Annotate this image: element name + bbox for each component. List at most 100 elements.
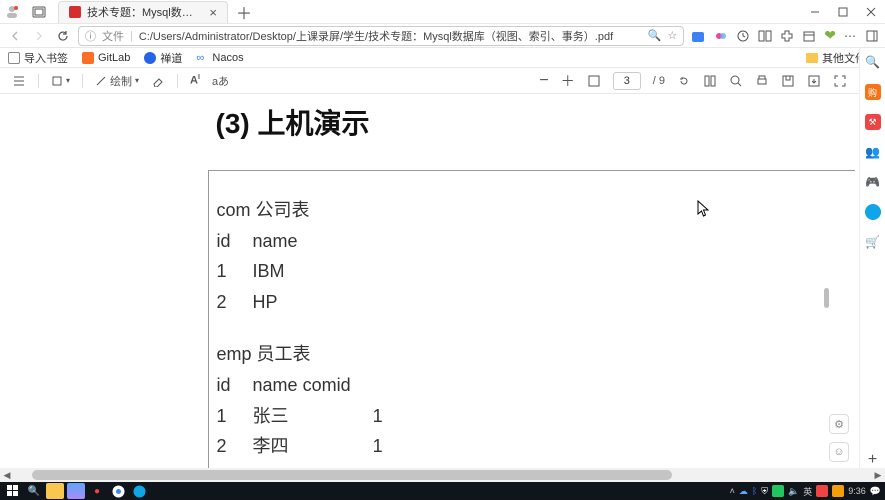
horizontal-scrollbar[interactable]: ◀ ▶	[0, 468, 885, 482]
task-view-icon[interactable]	[32, 5, 46, 19]
edge-taskbar-icon[interactable]	[130, 483, 148, 499]
performance-icon[interactable]: ❤	[824, 27, 836, 44]
text-tool-icon[interactable]: AI	[190, 74, 200, 87]
more-menu-icon[interactable]: ⋯	[844, 29, 857, 43]
file-info-icon: ⓘ	[85, 28, 96, 44]
rail-outlook-icon[interactable]	[865, 204, 881, 220]
bookmark-zendao[interactable]: 禅道	[144, 50, 182, 66]
rail-add-icon[interactable]: +	[865, 452, 881, 468]
tray-volume-icon[interactable]: 🔈	[788, 486, 799, 497]
maximize-button[interactable]	[829, 0, 857, 24]
save-icon[interactable]	[781, 74, 795, 88]
url-field[interactable]: ⓘ 文件 | C:/Users/Administrator/Desktop/上课…	[78, 26, 684, 46]
bookmarks-bar: 导入书签 GitLab 禅道 ∞Nacos 其他文件夹	[0, 48, 885, 68]
minimize-button[interactable]	[801, 0, 829, 24]
pdf-page: (3) 上机演示 com 公司表 idname 1IBM 2HP emp 员工表…	[88, 94, 768, 468]
tray-onedrive-icon[interactable]: ☁	[739, 486, 748, 497]
rail-game-icon[interactable]: 🎮	[865, 174, 881, 190]
zoom-indicator-icon[interactable]: 🔍	[648, 29, 662, 42]
explorer-taskbar-icon[interactable]	[46, 483, 64, 499]
demo-code-box: com 公司表 idname 1IBM 2HP emp 员工表 idname c…	[208, 170, 856, 468]
float-feedback-icon[interactable]: ☺	[829, 442, 849, 462]
erase-icon[interactable]	[151, 75, 165, 87]
fullscreen-icon[interactable]	[833, 74, 847, 88]
gitlab-icon	[82, 52, 94, 64]
find-icon[interactable]	[729, 74, 743, 88]
import-bookmarks-button[interactable]: 导入书签	[8, 50, 68, 66]
rail-tools-icon[interactable]: ⚒	[865, 114, 881, 130]
tab-close-icon[interactable]: ×	[209, 5, 217, 20]
scroll-left-arrow-icon[interactable]: ◀	[0, 468, 14, 482]
user-avatar-icon[interactable]	[4, 4, 24, 20]
zoom-out-button[interactable]: −	[539, 72, 548, 90]
section-heading: (3) 上机演示	[216, 102, 768, 142]
table-row: 2HP	[217, 287, 320, 318]
sidebar-toggle-icon[interactable]	[865, 29, 879, 43]
table1-title: com 公司表	[217, 195, 856, 226]
reload-button[interactable]	[54, 27, 72, 45]
page-total-label: / 9	[653, 75, 665, 87]
page-number-input[interactable]	[613, 72, 641, 90]
tray-chevron-icon[interactable]: ˄	[730, 486, 735, 496]
tray-notifications-icon[interactable]: 💬	[870, 486, 881, 497]
rotate-icon[interactable]	[677, 74, 691, 88]
copilot-icon[interactable]	[714, 29, 728, 43]
title-bar: 技术专题：Mysql数据库（视图… × ＋	[0, 0, 885, 24]
toolbar-actions: ❤ ⋯	[690, 27, 879, 44]
rail-shopping-icon[interactable]: 购	[865, 84, 881, 100]
zendao-icon	[144, 52, 156, 64]
rail-people-icon[interactable]: 👥	[865, 144, 881, 160]
tab-title: 技术专题：Mysql数据库（视图…	[87, 4, 203, 20]
page-view-icon[interactable]	[703, 74, 717, 88]
collections-icon[interactable]	[802, 29, 816, 43]
tray-security-icon[interactable]: ⛨	[761, 486, 768, 497]
scroll-right-arrow-icon[interactable]: ▶	[871, 468, 885, 482]
float-settings-icon[interactable]: ⚙	[829, 414, 849, 434]
close-window-button[interactable]	[857, 0, 885, 24]
search-taskbar-icon[interactable]: 🔍	[25, 483, 43, 499]
tray-app1-icon[interactable]	[816, 485, 828, 497]
zoom-in-button[interactable]: ＋	[561, 71, 575, 91]
floating-tools: ⚙ ☺	[829, 414, 849, 462]
highlight-dropdown[interactable]: ▾	[51, 75, 70, 87]
read-aloud-icon[interactable]: aあ	[212, 73, 229, 89]
hscroll-thumb[interactable]	[32, 470, 672, 480]
browser-sidebar-rail: 🔍 购 ⚒ 👥 🎮 🛒 +	[859, 48, 885, 468]
tray-app2-icon[interactable]	[832, 485, 844, 497]
app-taskbar-icon[interactable]	[67, 483, 85, 499]
forward-button[interactable]	[30, 27, 48, 45]
tray-ime-label[interactable]: 英	[803, 485, 812, 498]
emp-table: idname comid 1张三1 2李四1 3王五2	[217, 370, 405, 468]
table-row: 1IBM	[217, 256, 320, 287]
new-tab-button[interactable]: ＋	[236, 0, 252, 24]
draw-dropdown[interactable]: 绘制▾	[95, 73, 139, 89]
print-icon[interactable]	[755, 74, 769, 88]
refresh-extension-icon[interactable]	[736, 29, 750, 43]
save-as-icon[interactable]	[807, 74, 821, 88]
vertical-scrollbar[interactable]	[825, 188, 829, 436]
record-taskbar-icon[interactable]: ●	[88, 483, 106, 499]
tray-time[interactable]: 9:36	[848, 486, 866, 496]
pdf-viewport[interactable]: (3) 上机演示 com 公司表 idname 1IBM 2HP emp 员工表…	[0, 94, 855, 468]
bookmark-gitlab[interactable]: GitLab	[82, 52, 130, 64]
com-table: idname 1IBM 2HP	[217, 226, 320, 318]
folder-icon	[806, 53, 818, 63]
split-screen-icon[interactable]	[758, 29, 772, 43]
start-button[interactable]	[4, 483, 22, 499]
contents-icon[interactable]	[12, 74, 26, 88]
favorite-star-icon[interactable]: ☆	[667, 29, 677, 42]
system-tray: ˄ ☁ ᛒ ⛨ 🔈 英 9:36 💬	[730, 485, 881, 498]
windows-taskbar: 🔍 ● ˄ ☁ ᛒ ⛨ 🔈 英 9:36 💬	[0, 482, 885, 500]
chrome-taskbar-icon[interactable]	[109, 483, 127, 499]
fit-page-icon[interactable]	[587, 74, 601, 88]
tray-bluetooth-icon[interactable]: ᛒ	[752, 486, 757, 496]
bookmark-nacos[interactable]: ∞Nacos	[196, 52, 243, 64]
back-button[interactable]	[6, 27, 24, 45]
downloads-icon[interactable]	[690, 28, 706, 44]
tray-wechat-icon[interactable]	[772, 485, 784, 497]
pdf-favicon-icon	[69, 6, 81, 18]
rail-cart-icon[interactable]: 🛒	[865, 234, 881, 250]
rail-search-icon[interactable]: 🔍	[865, 54, 881, 70]
browser-tab[interactable]: 技术专题：Mysql数据库（视图… ×	[58, 1, 228, 23]
extensions-icon[interactable]	[780, 29, 794, 43]
